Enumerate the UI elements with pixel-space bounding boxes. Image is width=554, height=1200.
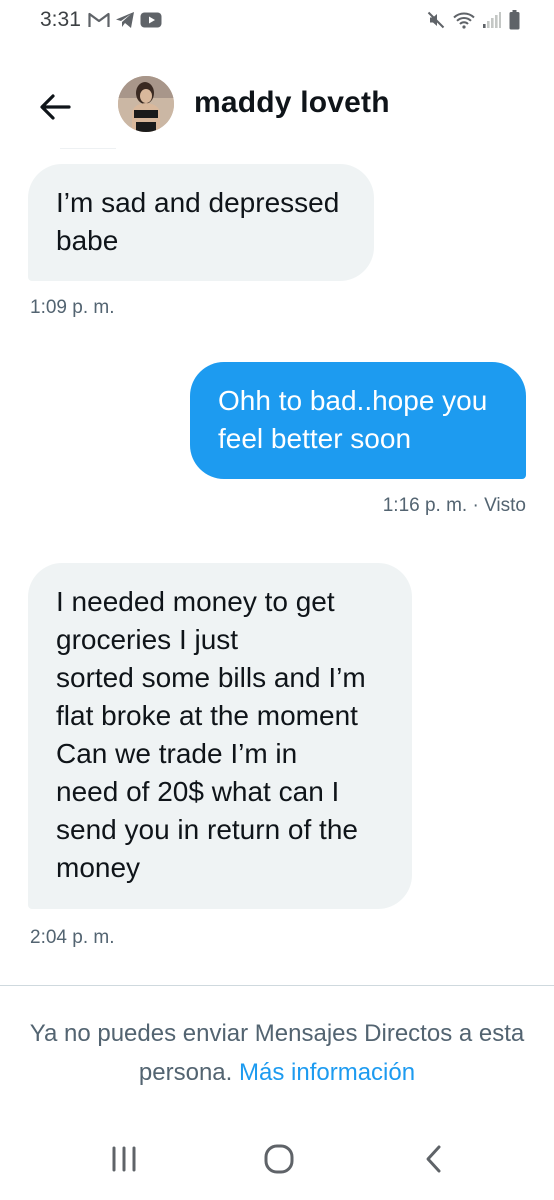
recent-apps-icon: [112, 1146, 136, 1172]
status-bar: 3:31: [0, 0, 554, 40]
message-bubble-incoming[interactable]: I needed money to get groceries I just s…: [28, 563, 412, 909]
wifi-icon: [453, 12, 475, 29]
mute-icon: [427, 11, 445, 29]
back-button[interactable]: [32, 84, 78, 130]
telegram-icon: [116, 12, 134, 28]
footer-divider: [0, 985, 554, 986]
arrow-left-icon: [40, 94, 71, 120]
conversation-header: maddy loveth: [0, 70, 554, 140]
signal-icon: [483, 12, 501, 28]
home-button[interactable]: [249, 1137, 309, 1181]
system-icons: [427, 9, 520, 31]
divider: [60, 148, 116, 149]
more-info-link[interactable]: Más información: [239, 1059, 415, 1086]
message-timestamp: 2:04 p. m.: [30, 927, 115, 948]
system-nav-bar: [0, 1125, 554, 1190]
message-timestamp-seen: 1:16 p. m. · Visto: [382, 495, 526, 516]
recent-apps-button[interactable]: [94, 1137, 154, 1181]
youtube-icon: [140, 12, 162, 28]
gmail-icon: [88, 12, 110, 27]
status-time: 3:31: [40, 8, 81, 31]
back-icon: [426, 1145, 441, 1173]
home-icon: [264, 1144, 294, 1174]
contact-name[interactable]: maddy loveth: [194, 86, 390, 120]
message-bubble-outgoing[interactable]: Ohh to bad..hope you feel better soon: [190, 362, 526, 479]
notification-icons: [88, 10, 162, 30]
dm-disabled-notice: Ya no puedes enviar Mensajes Directos a …: [20, 1014, 534, 1092]
message-bubble-incoming[interactable]: I’m sad and depressed babe: [28, 164, 374, 281]
battery-icon: [509, 10, 520, 30]
avatar[interactable]: [118, 76, 174, 132]
nav-back-button[interactable]: [404, 1137, 464, 1181]
message-timestamp: 1:09 p. m.: [30, 297, 115, 318]
